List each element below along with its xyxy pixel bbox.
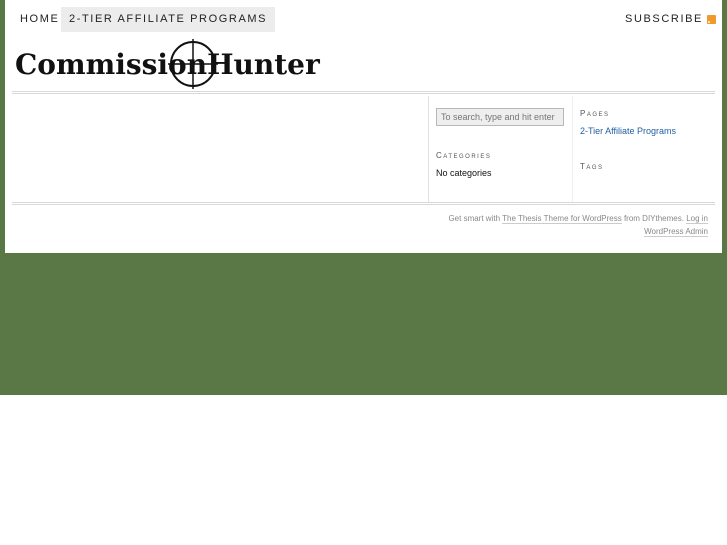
categories-empty-text: No categories (436, 168, 492, 178)
rss-icon (707, 15, 716, 24)
nav-tab-affiliate-programs[interactable]: 2-TIER AFFILIATE PROGRAMS (61, 7, 276, 32)
footer-from-text: from DIYthemes. (623, 214, 684, 223)
subscribe-link[interactable]: SUBSCRIBE (625, 7, 716, 32)
categories-title: Categories (436, 151, 492, 160)
pages-link-affiliate-programs[interactable]: 2-Tier Affiliate Programs (580, 126, 676, 136)
page-container: HOME 2-TIER AFFILIATE PROGRAMS SUBSCRIBE… (5, 0, 722, 253)
logo-text-right: Hunter (207, 47, 320, 81)
subscribe-label: SUBSCRIBE (625, 13, 703, 25)
thesis-theme-link[interactable]: The Thesis Theme for WordPress (502, 214, 622, 224)
login-link[interactable]: Log in (686, 214, 708, 224)
tags-title: Tags (580, 162, 604, 171)
footer: Get smart with The Thesis Theme for Word… (328, 212, 708, 238)
header-divider (12, 91, 715, 94)
sidebar-two: Pages 2-Tier Affiliate Programs Tags (573, 96, 715, 202)
site-logo[interactable]: Commission Hunter (15, 38, 320, 90)
search-input[interactable] (436, 108, 564, 126)
footer-divider (12, 202, 715, 205)
pages-title: Pages (580, 109, 610, 118)
top-nav: HOME 2-TIER AFFILIATE PROGRAMS SUBSCRIBE (5, 0, 722, 40)
footer-prefix: Get smart with (448, 214, 501, 223)
nav-tab-home[interactable]: HOME (12, 7, 67, 32)
main-content (12, 96, 429, 202)
content-area: Categories No categories Pages 2-Tier Af… (12, 96, 715, 202)
sidebar-one: Categories No categories (429, 96, 573, 202)
crosshair-icon (168, 39, 218, 89)
wordpress-admin-link[interactable]: WordPress Admin (644, 227, 708, 237)
